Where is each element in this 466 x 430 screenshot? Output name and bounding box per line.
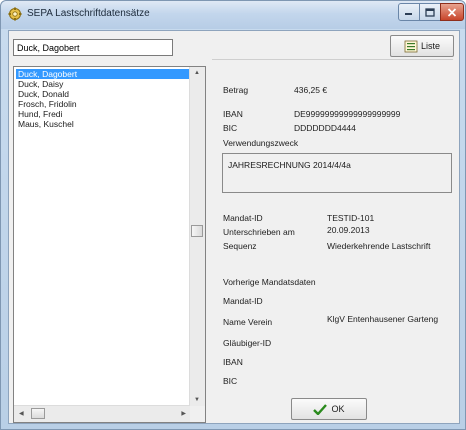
title-bar[interactable]: SEPA Lastschriftdatensätze xyxy=(1,1,465,29)
minimize-icon xyxy=(405,13,412,15)
list-item[interactable]: Frosch, Fridolin xyxy=(16,99,192,109)
verwendungszweck-field[interactable]: JAHRESRECHNUNG 2014/4/4a xyxy=(222,153,452,193)
list-item[interactable]: Duck, Dagobert xyxy=(16,69,192,79)
betrag-value: 436,25 € xyxy=(294,85,328,95)
name-verein-value: KlgV Entenhausener Garteng xyxy=(327,314,439,324)
member-list[interactable]: Duck, Dagobert Duck, Daisy Duck, Donald … xyxy=(13,66,206,423)
scroll-left-icon[interactable]: ◀ xyxy=(19,410,24,417)
list-item[interactable]: Hund, Fredi xyxy=(16,109,192,119)
iban-value: DE99999999999999999999 xyxy=(294,109,401,119)
sequenz-value: Wiederkehrende Lastschrift xyxy=(327,241,431,251)
list-icon xyxy=(404,40,418,52)
liste-button-label: Liste xyxy=(420,41,440,51)
bic-value: DDDDDDD4444 xyxy=(294,123,356,133)
scrollbar-corner xyxy=(190,406,205,422)
search-input[interactable] xyxy=(13,39,173,56)
mandat-id-value: TESTID-101 xyxy=(327,213,375,223)
vertical-scroll-thumb[interactable] xyxy=(191,225,203,237)
glaeubiger-id-label: Gläubiger-ID xyxy=(223,338,272,348)
iban-label: IBAN xyxy=(223,109,243,119)
horizontal-scrollbar[interactable]: ◀ ▶ xyxy=(14,405,190,422)
maximize-icon xyxy=(425,7,435,17)
scroll-right-icon[interactable]: ▶ xyxy=(181,410,186,417)
ok-button-label: OK xyxy=(331,404,345,414)
mandat-id-label: Mandat-ID xyxy=(223,213,263,223)
verwendungszweck-label: Verwendungszweck xyxy=(223,138,299,148)
name-verein-label: Name Verein xyxy=(223,317,273,327)
close-icon xyxy=(447,7,457,17)
verwendungszweck-value: JAHRESRECHNUNG 2014/4/4a xyxy=(228,160,351,170)
vorherige-mandatsdaten-heading: Vorherige Mandatsdaten xyxy=(223,277,316,287)
sequenz-label: Sequenz xyxy=(223,241,257,251)
checkmark-icon xyxy=(313,403,328,415)
list-item[interactable]: Maus, Kuschel xyxy=(16,119,192,129)
minimize-button[interactable] xyxy=(398,3,420,21)
prev-iban-label: IBAN xyxy=(223,357,243,367)
sepa-app-icon xyxy=(8,7,22,21)
bic-label: BIC xyxy=(223,123,238,133)
scroll-up-icon[interactable]: ▲ xyxy=(194,70,200,76)
liste-button[interactable]: Liste xyxy=(390,35,454,57)
betrag-label: Betrag xyxy=(223,85,249,95)
close-button[interactable] xyxy=(440,3,464,21)
toolbar-divider xyxy=(212,59,453,60)
list-item[interactable]: Duck, Donald xyxy=(16,89,192,99)
client-area: Liste Duck, Dagobert Duck, Daisy Duck, D… xyxy=(8,30,460,424)
prev-bic-label: BIC xyxy=(223,376,238,386)
scroll-down-icon[interactable]: ▼ xyxy=(194,397,200,403)
maximize-button[interactable] xyxy=(419,3,441,21)
vertical-scrollbar[interactable]: ▲ ▼ xyxy=(189,67,205,406)
horizontal-scroll-thumb[interactable] xyxy=(31,408,45,419)
list-item[interactable]: Duck, Daisy xyxy=(16,79,192,89)
prev-mandat-id-label: Mandat-ID xyxy=(223,296,263,306)
ok-button[interactable]: OK xyxy=(291,398,367,420)
app-window: SEPA Lastschriftdatensätze Liste Duck, D… xyxy=(0,0,466,430)
unterschrieben-label: Unterschrieben am xyxy=(223,227,295,237)
window-title: SEPA Lastschriftdatensätze xyxy=(27,8,150,19)
unterschrieben-value: 20.09.2013 xyxy=(327,225,370,235)
